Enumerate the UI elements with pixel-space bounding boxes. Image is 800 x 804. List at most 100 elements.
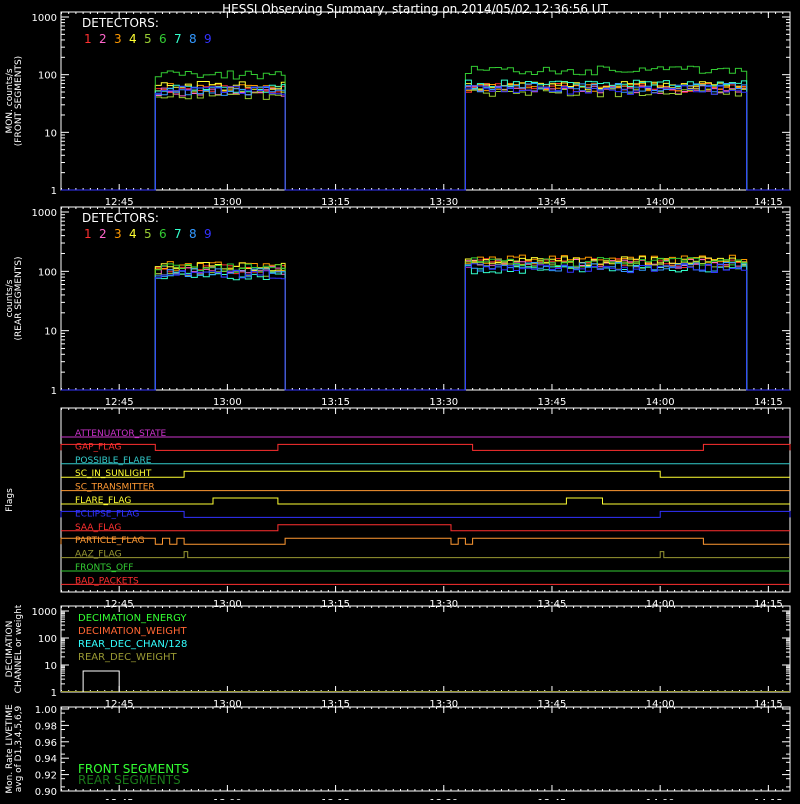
y-axis-label: (FRONT SEGMENTS)	[14, 56, 24, 146]
flag-label: SC_TRANSMITTER	[75, 483, 155, 493]
detector-series-line	[61, 85, 790, 191]
decimation-legend-label: REAR_DEC_WEIGHT	[78, 652, 177, 663]
detectors-legend-heading: DETECTORS:	[82, 16, 159, 30]
detector-legend-number: 6	[159, 227, 167, 241]
detector-series-line	[61, 83, 790, 191]
detector-legend-number: 9	[204, 32, 212, 46]
flag-label: GAP_FLAG	[75, 442, 121, 452]
flag-label: SC_IN_SUNLIGHT	[75, 469, 152, 479]
detector-legend-number: 2	[99, 32, 107, 46]
x-tick-label: 13:45	[538, 397, 567, 408]
detector-series-line	[61, 263, 790, 391]
chart-canvas: HESSI Observing Summary, starting on 201…	[5, 2, 791, 804]
y-tick-label: 1.00	[35, 705, 57, 716]
x-tick-label: 13:30	[429, 397, 458, 408]
detector-legend-number: 5	[144, 227, 152, 241]
flag-label: POSSIBLE_FLARE	[75, 456, 152, 466]
panel-frame	[60, 11, 791, 191]
detector-legend-number: 3	[114, 227, 122, 241]
detector-legend-number: 1	[84, 32, 92, 46]
x-tick-label: 13:15	[321, 197, 350, 208]
detector-legend-number: 6	[159, 32, 167, 46]
decimation-legend-label: DECIMATION_ENERGY	[78, 613, 187, 624]
y-tick-label: 1000	[32, 208, 57, 219]
detector-legend-number: 2	[99, 227, 107, 241]
y-axis-label: (REAR SEGMENTS)	[14, 256, 24, 340]
livetime-legend-label: REAR SEGMENTS	[78, 773, 181, 787]
y-tick-label: 1	[51, 186, 57, 197]
decimation-legend-label: REAR_DEC_CHAN/128	[78, 639, 187, 650]
x-tick-label: 13:15	[321, 397, 350, 408]
flag-line	[61, 497, 790, 505]
y-tick-label: 1	[51, 688, 57, 699]
flag-line	[60, 510, 791, 518]
detector-series-line	[61, 262, 790, 391]
flag-label: ATTENUATOR_STATE	[75, 429, 167, 439]
flag-label: FLARE_FLAG	[75, 496, 131, 506]
panel-frame	[60, 407, 791, 593]
detector-series-line	[61, 259, 790, 391]
detector-series-line	[61, 65, 790, 191]
y-tick-label: 10	[44, 128, 57, 139]
flag-label: FRONTS_OFF	[75, 563, 133, 573]
x-tick-label: 14:00	[646, 397, 675, 408]
detector-series-line	[61, 80, 790, 191]
x-tick-label: 14:15	[754, 197, 783, 208]
detector-legend-number: 9	[204, 227, 212, 241]
flag-line	[61, 551, 790, 559]
detector-series-line	[61, 83, 790, 191]
y-tick-label: 10	[44, 327, 57, 338]
detector-legend-number: 5	[144, 32, 152, 46]
detector-series-line	[61, 264, 790, 391]
decimation-legend-label: DECIMATION_WEIGHT	[78, 626, 187, 637]
x-tick-label: 13:45	[538, 197, 567, 208]
y-tick-label: 100	[38, 634, 57, 645]
y-axis-label: Flags	[5, 488, 15, 512]
detector-series-line	[61, 256, 790, 391]
detector-legend-number: 4	[129, 32, 137, 46]
y-tick-label: 0.90	[35, 787, 57, 798]
y-tick-label: 0.94	[35, 754, 57, 765]
x-tick-label: 12:45	[105, 197, 134, 208]
y-axis-label: CHANNEL or weight	[14, 604, 24, 693]
detector-series-line	[61, 257, 790, 391]
decimation-weight-box	[82, 670, 120, 692]
detector-legend-number: 7	[174, 227, 182, 241]
observing-summary-figure: HESSI Observing Summary, starting on 201…	[0, 0, 800, 804]
x-tick-label: 14:00	[646, 197, 675, 208]
detector-legend-number: 8	[189, 32, 197, 46]
x-tick-label: 12:45	[105, 397, 134, 408]
y-tick-label: 1	[51, 386, 57, 397]
detectors-legend-heading: DETECTORS:	[82, 211, 159, 225]
detector-legend-number: 1	[84, 227, 92, 241]
y-tick-label: 0.98	[35, 721, 57, 732]
flag-label: ECLIPSE_FLAG	[75, 509, 139, 519]
flag-label: BAD_PACKETS	[75, 576, 139, 586]
y-tick-label: 10	[44, 661, 57, 672]
detector-series-line	[61, 87, 790, 191]
y-tick-label: 0.96	[35, 738, 57, 749]
y-tick-label: 100	[38, 267, 57, 278]
y-tick-label: 1000	[32, 13, 57, 24]
flag-label: PARTICLE_FLAG	[75, 536, 145, 546]
detector-legend-number: 3	[114, 32, 122, 46]
detector-series-line	[61, 85, 790, 191]
y-tick-label: 100	[38, 71, 57, 82]
detector-series-line	[61, 82, 790, 191]
flag-line	[61, 524, 790, 532]
flag-line	[60, 443, 791, 451]
x-tick-label: 13:30	[429, 197, 458, 208]
detector-series-line	[61, 258, 790, 391]
detector-series-line	[61, 259, 790, 391]
y-tick-label: 1000	[32, 607, 57, 618]
detector-legend-number: 8	[189, 227, 197, 241]
x-tick-label: 14:15	[754, 397, 783, 408]
flag-label: AAZ_FLAG	[75, 550, 122, 560]
y-tick-label: 0.92	[35, 771, 57, 782]
x-tick-label: 13:00	[213, 197, 242, 208]
detector-legend-number: 4	[129, 227, 137, 241]
detector-legend-number: 7	[174, 32, 182, 46]
x-tick-label: 13:00	[213, 397, 242, 408]
flag-line	[61, 470, 790, 478]
flag-line	[60, 537, 790, 545]
